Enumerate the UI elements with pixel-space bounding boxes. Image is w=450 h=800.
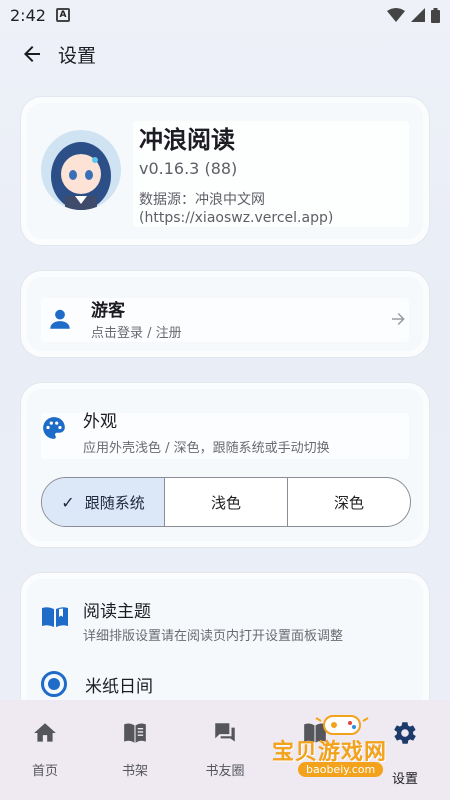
- nav-label: 设置: [391, 772, 418, 787]
- segment-follow-system[interactable]: ✓ 跟随系统: [42, 478, 165, 526]
- nav-home[interactable]: 首页: [0, 700, 90, 800]
- segment-label: 深色: [333, 493, 364, 512]
- data-source: 数据源：冲浪中文网: [139, 192, 265, 208]
- theme-title: 阅读主题: [83, 602, 151, 622]
- about-card: 冲浪阅读 v0.16.3 (88) 数据源：冲浪中文网 (https://xia…: [20, 96, 430, 246]
- theme-subtitle: 详细排版设置请在阅读页内打开设置面板调整: [83, 629, 344, 644]
- nav-label: 首页: [31, 764, 58, 779]
- book-open-icon: [42, 607, 68, 627]
- segment-light[interactable]: 浅色: [165, 478, 288, 526]
- radio-selected-icon[interactable]: [41, 671, 67, 697]
- home-icon: [34, 723, 56, 742]
- book-icon: [124, 723, 146, 743]
- palette-icon: [43, 417, 65, 439]
- nav-label: 书友圈: [205, 764, 245, 779]
- app-name: 冲浪阅读: [139, 126, 235, 154]
- data-source-url: (https://xiaoswz.vercel.app): [139, 210, 334, 226]
- nav-label: 书单: [301, 764, 328, 779]
- app-avatar: [41, 130, 121, 210]
- app-bar: 设置: [0, 30, 450, 78]
- status-time: 2:42: [10, 5, 46, 25]
- page-title: 设置: [58, 44, 97, 67]
- nav-settings[interactable]: 设置: [360, 700, 450, 800]
- forum-icon: [215, 723, 235, 742]
- nav-bookshelf[interactable]: 书架: [90, 700, 180, 800]
- segment-label: 浅色: [210, 493, 241, 512]
- user-name: 游客: [91, 301, 125, 321]
- avatar-image: [41, 130, 121, 210]
- person-icon: [50, 309, 70, 329]
- appearance-info: 外观 应用外壳浅色 / 深色，跟随系统或手动切换: [41, 412, 409, 459]
- theme-option-label: 米纸日间: [85, 676, 153, 697]
- login-hint: 点击登录 / 注册: [91, 326, 182, 341]
- segment-label: 跟随系统: [84, 493, 145, 512]
- appearance-subtitle: 应用外壳浅色 / 深色，跟随系统或手动切换: [83, 441, 330, 456]
- appearance-title: 外观: [83, 412, 117, 432]
- arrow-right-icon: [392, 313, 405, 325]
- segment-dark[interactable]: 深色: [288, 478, 410, 526]
- gear-icon: [394, 722, 416, 744]
- nav-active-indicator: [385, 716, 425, 750]
- login-row[interactable]: 游客 点击登录 / 注册: [41, 298, 409, 342]
- wifi-icon: [387, 8, 405, 22]
- nav-booklist[interactable]: 书单: [270, 700, 360, 800]
- user-card: 游客 点击登录 / 注册: [20, 270, 430, 358]
- notification-a-icon: A: [55, 8, 70, 22]
- theme-option-rice-paper[interactable]: 米纸日间: [41, 671, 153, 697]
- signal-icon: [411, 8, 425, 22]
- back-arrow-icon[interactable]: [20, 42, 44, 66]
- nav-friends-circle[interactable]: 书友圈: [180, 700, 270, 800]
- bottom-navigation: 首页 书架 书友圈 书单 设置: [0, 700, 450, 800]
- appearance-card: 外观 应用外壳浅色 / 深色，跟随系统或手动切换 ✓ 跟随系统 浅色 深色: [20, 382, 430, 548]
- status-bar: 2:42 A: [0, 0, 450, 30]
- battery-icon: [431, 7, 440, 23]
- theme-info: 阅读主题 详细排版设置请在阅读页内打开设置面板调整: [41, 597, 409, 644]
- book-list-icon: [304, 723, 326, 743]
- check-icon: ✓: [61, 492, 75, 512]
- appearance-segmented-control: ✓ 跟随系统 浅色 深色: [41, 477, 411, 527]
- nav-label: 书架: [121, 764, 148, 779]
- app-version: v0.16.3 (88): [139, 159, 238, 178]
